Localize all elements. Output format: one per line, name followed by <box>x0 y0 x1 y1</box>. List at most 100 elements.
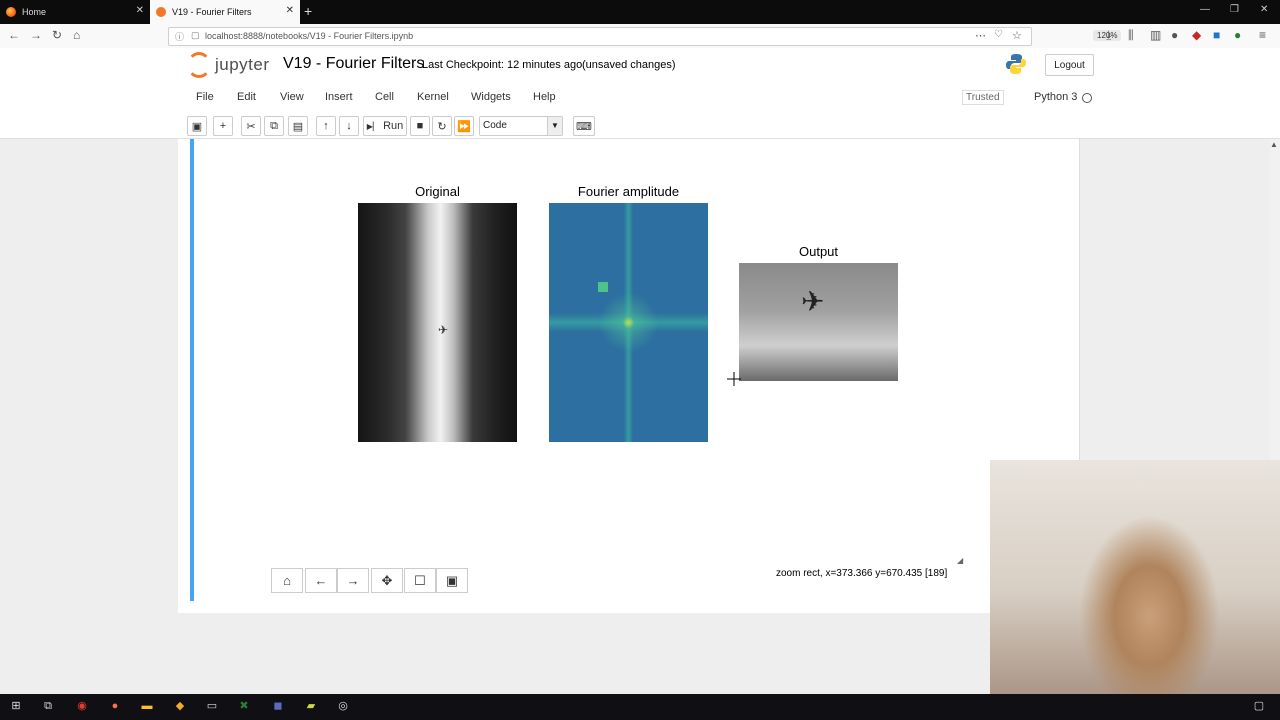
logout-button[interactable]: Logout <box>1045 54 1094 76</box>
url-text: localhost:8888/notebooks/V19 - Fourier F… <box>205 31 414 41</box>
back-button[interactable]: ← <box>305 568 337 593</box>
firefox-icon <box>6 7 16 17</box>
tab-notebook[interactable]: V19 - Fourier Filters ✕ <box>150 0 300 24</box>
panel-title-original: Original <box>415 184 460 199</box>
menu-cell[interactable]: Cell <box>375 91 394 103</box>
new-tab-icon[interactable]: + <box>304 3 312 19</box>
interrupt-button[interactable]: ■ <box>410 116 430 136</box>
download-figure-button[interactable]: ▣ <box>436 568 468 593</box>
fast-forward-icon: ⏩ <box>457 120 471 133</box>
window-close-icon[interactable]: ✕ <box>1260 4 1268 15</box>
menu-insert[interactable]: Insert <box>325 91 353 103</box>
excel-icon[interactable]: ✖ <box>237 699 251 713</box>
move-up-button[interactable]: ↑ <box>316 116 336 136</box>
pan-icon: ✥ <box>381 572 393 588</box>
file-explorer-icon[interactable]: ▬ <box>140 699 154 713</box>
firefox-taskbar-icon[interactable]: ● <box>108 699 122 713</box>
menu-icon[interactable]: ≡ <box>1259 28 1266 42</box>
notification-icon[interactable]: ▢ <box>1252 699 1266 713</box>
close-icon[interactable]: ✕ <box>286 5 294 16</box>
app-icon[interactable]: ◉ <box>75 699 89 713</box>
fourier-amplitude-image[interactable] <box>549 203 708 442</box>
page-actions-icon[interactable]: ⋯ <box>975 29 986 42</box>
step-forward-icon: ▶▏ <box>366 121 380 131</box>
jupyter-tab-icon <box>156 7 166 17</box>
restart-button[interactable]: ↻ <box>432 116 452 136</box>
library-icon[interactable]: ⫼ <box>1128 28 1134 43</box>
refresh-icon: ↻ <box>437 120 447 133</box>
tab-home[interactable]: Home ✕ <box>0 0 150 24</box>
airplane-icon: ✈ <box>801 286 825 317</box>
jupyter-logo-text: jupyter <box>215 55 270 74</box>
command-palette-button[interactable]: ⌨ <box>573 116 595 136</box>
sidebar-icon[interactable]: ▥ <box>1150 28 1161 42</box>
scissors-icon: ✂ <box>246 120 256 133</box>
menu-view[interactable]: View <box>280 91 304 103</box>
terminal-icon[interactable]: ▭ <box>205 699 219 713</box>
extension-icon[interactable]: ■ <box>1213 28 1220 42</box>
extension-icon[interactable]: ◆ <box>1192 28 1201 42</box>
copy-icon: ⧉ <box>270 119 278 132</box>
reload-icon[interactable]: ↻ <box>52 28 62 42</box>
tab-label: V19 - Fourier Filters <box>172 7 252 17</box>
app-icon[interactable]: ▰ <box>304 699 318 713</box>
resize-grip-icon[interactable]: ◢ <box>957 556 963 565</box>
task-view-icon[interactable]: ⧉ <box>41 699 55 713</box>
zoom-rect-icon: ☐ <box>414 572 426 588</box>
app-icon[interactable]: ◎ <box>336 699 350 713</box>
menu-help[interactable]: Help <box>533 91 556 103</box>
restart-run-all-button[interactable]: ⏩ <box>454 116 474 136</box>
cut-button[interactable]: ✂ <box>241 116 261 136</box>
original-image[interactable]: ✈ <box>358 203 517 442</box>
trusted-indicator[interactable]: Trusted <box>962 90 1004 105</box>
extension-icon[interactable]: ● <box>1234 28 1241 42</box>
insert-cell-button[interactable]: + <box>213 116 233 136</box>
jupyter-logo[interactable]: jupyter <box>187 52 270 78</box>
home-icon[interactable]: ⌂ <box>73 28 80 42</box>
forward-arrow-icon: → <box>346 573 360 588</box>
crosshair-cursor-icon <box>727 372 741 386</box>
kernel-status-icon <box>1082 93 1092 103</box>
account-icon[interactable]: ● <box>1171 28 1178 42</box>
output-image[interactable]: ✈ <box>739 263 898 381</box>
run-label: Run <box>383 120 404 132</box>
info-icon[interactable]: ⓘ <box>175 30 184 43</box>
save-button[interactable]: ▣ <box>187 116 207 136</box>
pocket-icon[interactable]: ♡ <box>994 29 1003 40</box>
back-icon[interactable]: ← <box>8 28 20 42</box>
paste-button[interactable]: ▤ <box>288 116 308 136</box>
download-icon[interactable]: ⤓ <box>1106 28 1111 43</box>
copy-button[interactable]: ⧉ <box>264 116 284 136</box>
start-icon[interactable]: ⊞ <box>9 699 23 713</box>
kernel-name[interactable]: Python 3 <box>1034 91 1077 103</box>
jupyter-logo-icon <box>187 52 211 78</box>
menu-widgets[interactable]: Widgets <box>471 91 511 103</box>
run-button[interactable]: ▶▏ Run <box>363 116 407 136</box>
restore-icon[interactable]: ❐ <box>1230 4 1239 15</box>
menu-file[interactable]: File <box>196 91 214 103</box>
taskbar <box>0 694 1280 720</box>
forward-button[interactable]: → <box>337 568 369 593</box>
pan-button[interactable]: ✥ <box>371 568 403 593</box>
zoom-rect-button[interactable]: ☐ <box>404 568 436 593</box>
forward-icon[interactable]: → <box>30 28 42 42</box>
menu-edit[interactable]: Edit <box>237 91 256 103</box>
close-icon[interactable]: ✕ <box>136 5 144 16</box>
cell-type-select[interactable]: Code ▼ <box>479 116 563 136</box>
minimize-icon[interactable]: — <box>1200 4 1210 15</box>
teams-icon[interactable]: ◼ <box>271 699 285 713</box>
plus-icon: + <box>219 120 227 132</box>
scroll-up-icon[interactable]: ▲ <box>1270 140 1278 149</box>
app-icon[interactable]: ◆ <box>173 699 187 713</box>
move-down-button[interactable]: ↓ <box>339 116 359 136</box>
keyboard-icon: ⌨ <box>576 120 592 133</box>
home-button[interactable]: ⌂ <box>271 568 303 593</box>
notebook-title[interactable]: V19 - Fourier Filters <box>283 55 424 73</box>
webcam-overlay <box>990 460 1280 720</box>
bookmark-star-icon[interactable]: ☆ <box>1012 29 1022 42</box>
page-icon: ▢ <box>191 30 200 40</box>
menu-kernel[interactable]: Kernel <box>417 91 449 103</box>
panel-title-output: Output <box>798 244 839 259</box>
back-arrow-icon: ← <box>314 573 328 588</box>
url-bar[interactable]: ⓘ ▢ localhost:8888/notebooks/V19 - Fouri… <box>168 27 1122 46</box>
